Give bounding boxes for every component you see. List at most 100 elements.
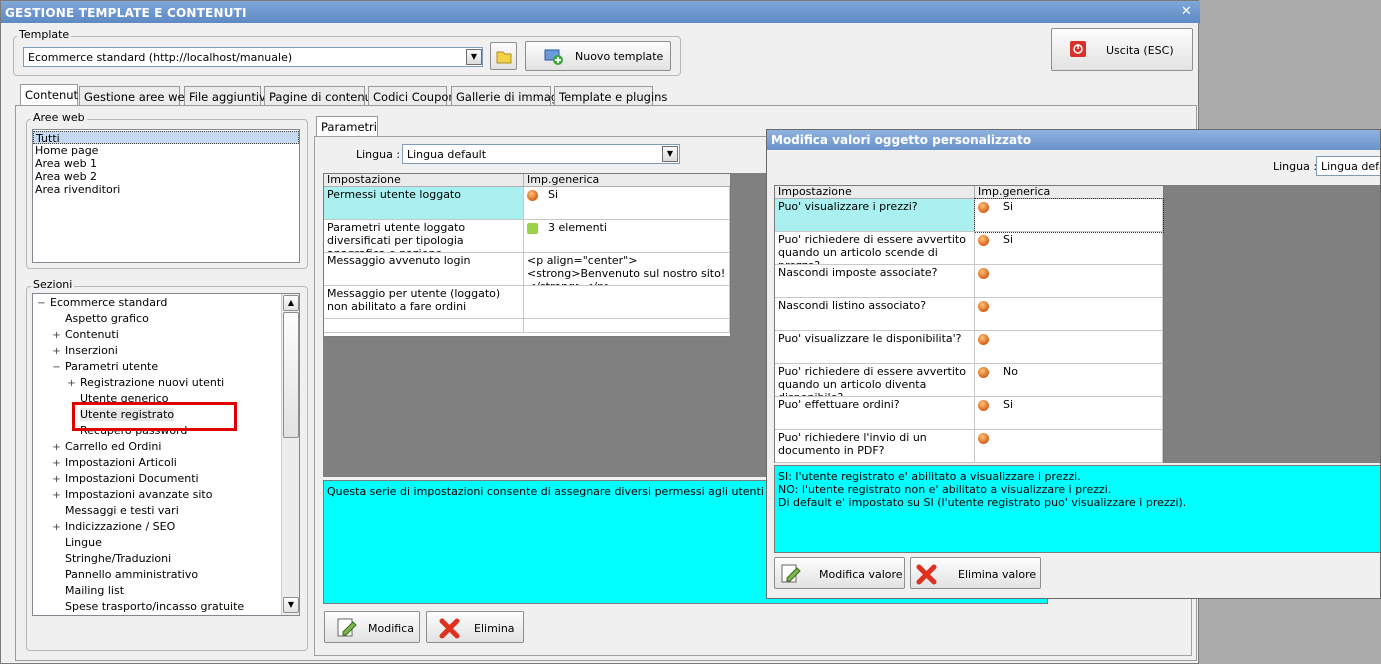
tree-item[interactable]: − Ecommerce standard	[33, 295, 299, 311]
parametri-grid[interactable]: Impostazione Imp.generica Permessi utent…	[323, 173, 731, 337]
setting-value[interactable]	[524, 319, 730, 333]
modifica-valore-button[interactable]: Modifica valore	[774, 557, 905, 589]
setting-value[interactable]: Si	[975, 232, 1163, 265]
tree-item[interactable]: − Parametri utente	[33, 359, 299, 375]
scroll-down-icon[interactable]: ▼	[283, 597, 299, 613]
user-icon	[978, 366, 989, 378]
elimina-valore-button[interactable]: Elimina valore	[910, 557, 1041, 589]
table-row[interactable]: Puo' richiedere l'invio di un documento …	[775, 430, 1163, 463]
tab-file-aggiuntivi[interactable]: File aggiuntivi	[184, 86, 269, 106]
table-row[interactable]: Messaggio avvenuto login <p align="center…	[324, 253, 730, 286]
setting-value[interactable]: No	[975, 364, 1163, 397]
elimina-button[interactable]: Elimina	[426, 611, 524, 643]
user-icon	[978, 267, 989, 279]
tree-item[interactable]: + Contenuti	[33, 327, 299, 343]
expand-icon[interactable]: +	[52, 472, 61, 488]
list-item[interactable]: Area rivenditori	[33, 183, 299, 196]
table-row[interactable]: Puo' effettuare ordini? Si	[775, 397, 1163, 430]
table-row[interactable]: Permessi utente loggato Si	[324, 187, 730, 220]
setting-value[interactable]: Si	[974, 198, 1164, 233]
tab-pagine-di-contenuti[interactable]: Pagine di contenuti	[264, 86, 380, 106]
tree-item[interactable]: + Indicizzazione / SEO	[33, 519, 299, 535]
setting-value-text: <p align="center"><strong>Benvenuto sul …	[527, 254, 726, 285]
setting-value[interactable]	[524, 286, 730, 319]
expand-icon[interactable]: +	[52, 488, 61, 504]
sezioni-tree[interactable]: − Ecommerce standard Aspetto grafico + Conte…	[32, 293, 300, 616]
table-row[interactable]: Messaggio per utente (loggato) non abili…	[324, 286, 730, 319]
table-row[interactable]: Puo' visualizzare i prezzi? Si	[775, 198, 1164, 233]
tab-template-e-plugins[interactable]: Template e plugins	[554, 86, 667, 106]
table-row[interactable]: Puo' visualizzare le disponibilita'?	[775, 331, 1163, 364]
setting-name: Puo' richiedere di essere avvertito quan…	[775, 232, 975, 265]
tree-item[interactable]: Spese trasporto/incasso gratuite	[33, 599, 299, 615]
list-item[interactable]: Tutti	[33, 131, 299, 145]
collapse-icon[interactable]: −	[52, 360, 61, 376]
setting-value[interactable]: 3 elementi	[524, 220, 730, 253]
tree-item[interactable]: Pannello amministrativo	[33, 567, 299, 583]
expand-icon[interactable]: +	[52, 520, 61, 536]
tree-item-label: Inserzioni	[65, 344, 118, 357]
list-item[interactable]: Area web 2	[33, 170, 299, 183]
template-select[interactable]: Ecommerce standard (http://localhost/man…	[23, 47, 483, 67]
open-folder-button[interactable]	[490, 42, 517, 70]
setting-value[interactable]	[975, 265, 1163, 298]
tree-item[interactable]: + Carrello ed Ordini	[33, 439, 299, 455]
scroll-thumb[interactable]	[283, 312, 299, 438]
col-header-imp-generica: Imp.generica	[527, 173, 600, 186]
table-row[interactable]: Puo' richiedere di essere avvertito quan…	[775, 364, 1163, 397]
table-row[interactable]: Nascondi listino associato?	[775, 298, 1163, 331]
list-item[interactable]: Area web 1	[33, 157, 299, 170]
tree-item[interactable]: + Registrazione nuovi utenti	[33, 375, 299, 391]
tree-item[interactable]: + Impostazioni Documenti	[33, 471, 299, 487]
col-header-imp-generica: Imp.generica	[978, 185, 1051, 198]
chevron-down-icon[interactable]: ▼	[662, 146, 678, 162]
tree-item[interactable]: Mailing list	[33, 583, 299, 599]
scroll-up-icon[interactable]: ▲	[283, 295, 299, 311]
expand-icon[interactable]: +	[52, 328, 61, 344]
chevron-down-icon[interactable]: ▼	[466, 49, 482, 65]
collapse-icon[interactable]: −	[37, 296, 46, 312]
dialog-grid[interactable]: Impostazione Imp.generica Puo' visualizz…	[774, 185, 1164, 463]
expand-icon[interactable]: +	[52, 344, 61, 360]
list-item[interactable]: Home page	[33, 144, 299, 157]
tree-item[interactable]: + Inserzioni	[33, 343, 299, 359]
tree-item[interactable]: + Impostazioni Articoli	[33, 455, 299, 471]
tree-item[interactable]: Stringhe/Traduzioni	[33, 551, 299, 567]
dialog-title: Modifica valori oggetto personalizzato	[767, 130, 1380, 150]
exit-button[interactable]: Uscita (ESC)	[1051, 28, 1193, 71]
aree-web-list[interactable]: Tutti Home page Area web 1 Area web 2 Ar…	[32, 129, 300, 263]
setting-value[interactable]	[975, 331, 1163, 364]
tree-scrollbar[interactable]: ▲ ▼	[281, 294, 299, 615]
table-row[interactable]: Puo' richiedere di essere avvertito quan…	[775, 232, 1163, 265]
tab-gallerie-di-immagini[interactable]: Gallerie di immagini	[451, 86, 572, 106]
tab-codici-coupon[interactable]: Codici Coupon	[368, 86, 456, 106]
dialog-lingua-select[interactable]: Lingua default	[1316, 156, 1380, 176]
tree-item[interactable]: + Impostazioni avanzate sito	[33, 487, 299, 503]
lingua-select[interactable]: Lingua default	[402, 144, 680, 164]
tree-item-label: Spese trasporto/incasso gratuite	[65, 600, 245, 613]
tab-gestione-aree-web[interactable]: Gestione aree web	[79, 86, 192, 106]
setting-value[interactable]: Si	[975, 397, 1163, 430]
expand-icon[interactable]: +	[67, 376, 76, 392]
setting-value[interactable]: Si	[524, 187, 730, 220]
modifica-button[interactable]: Modifica	[324, 611, 420, 643]
expand-icon[interactable]: +	[52, 440, 61, 456]
tree-item-label: Impostazioni Documenti	[65, 472, 199, 485]
tree-item[interactable]: Messaggi e testi vari	[33, 503, 299, 519]
table-row[interactable]	[324, 319, 730, 333]
setting-value[interactable]: <p align="center"><strong>Benvenuto sul …	[524, 253, 730, 286]
tab-parametri[interactable]: Parametri	[316, 116, 378, 137]
tree-item[interactable]: Lingue	[33, 535, 299, 551]
tree-item[interactable]: Aspetto grafico	[33, 311, 299, 327]
lingua-label: Lingua :	[356, 148, 401, 161]
table-row[interactable]: Parametri utente loggato diversificati p…	[324, 220, 730, 253]
tab-contenuti[interactable]: Contenuti	[20, 84, 81, 106]
close-icon[interactable]: ✕	[1181, 4, 1192, 19]
expand-icon[interactable]: +	[52, 456, 61, 472]
setting-value[interactable]	[975, 298, 1163, 331]
new-template-button[interactable]: Nuovo template	[525, 41, 671, 71]
table-row[interactable]: Nascondi imposte associate?	[775, 265, 1163, 298]
setting-value[interactable]	[975, 430, 1163, 463]
user-icon	[978, 333, 989, 345]
folder-icon	[496, 51, 512, 64]
